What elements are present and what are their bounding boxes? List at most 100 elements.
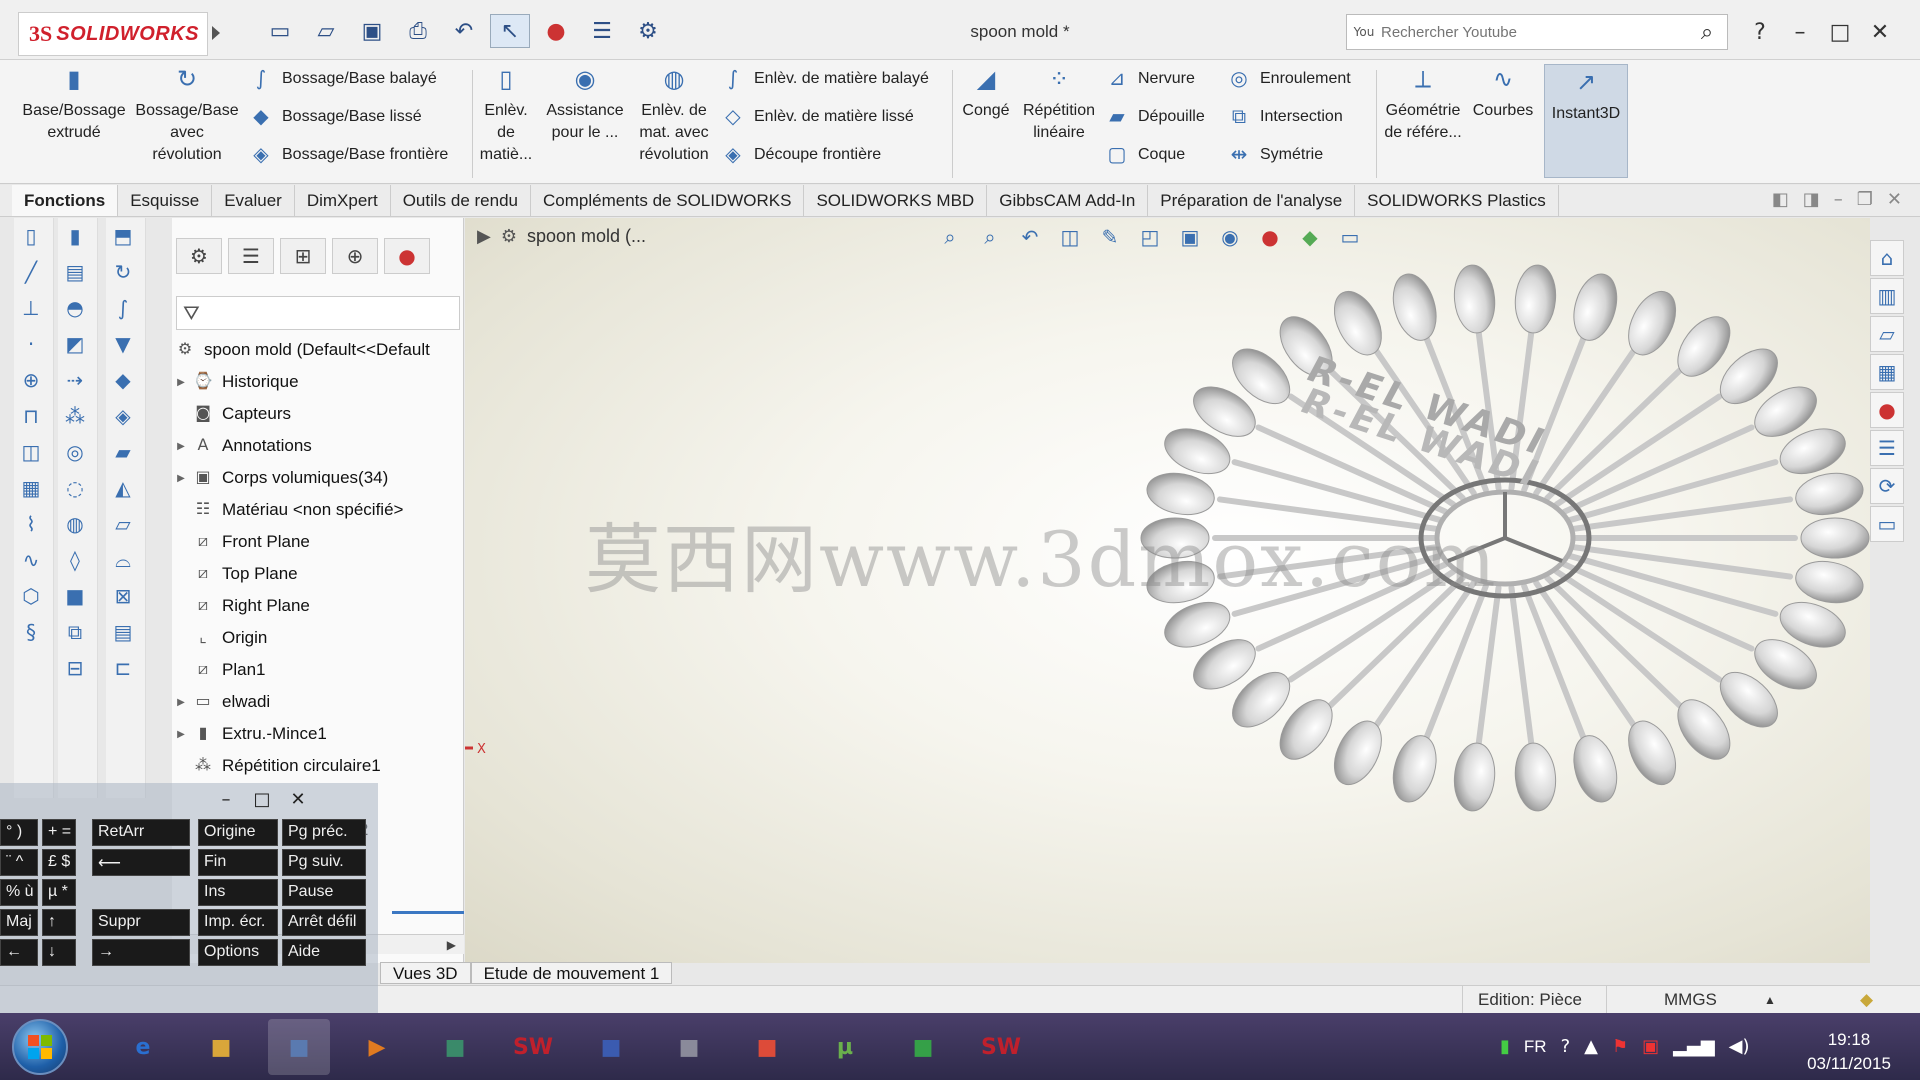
- linear-pattern-button[interactable]: ⁘ Répétition linéaire: [1016, 67, 1102, 144]
- split-icon[interactable]: ⊟: [58, 650, 92, 686]
- taskbar-app-chrome[interactable]: ■: [736, 1019, 798, 1075]
- tree-item-plan1[interactable]: ⧄ Plan1: [172, 654, 464, 686]
- section-view-icon[interactable]: ◫: [1055, 222, 1085, 252]
- tree-item-historique[interactable]: ▶ ⌚ Historique: [172, 366, 464, 398]
- taskbar-app-calculator[interactable]: ■: [658, 1019, 720, 1075]
- tab-plastics[interactable]: SOLIDWORKS Plastics: [1355, 185, 1559, 216]
- surface-extend-icon[interactable]: ⌓: [106, 542, 140, 578]
- tree-item-right-plane[interactable]: ⧄ Right Plane: [172, 590, 464, 622]
- osk-key[interactable]: + =: [42, 819, 76, 846]
- resources-icon[interactable]: ▥: [1870, 278, 1904, 314]
- unit-system-up-icon[interactable]: ▲: [1764, 993, 1776, 1007]
- tab-etude-de-mouvement[interactable]: Etude de mouvement 1: [470, 962, 673, 984]
- hexagon-icon[interactable]: ⬡: [14, 578, 48, 614]
- osk-key[interactable]: RetArr: [92, 819, 190, 846]
- extruded-boss-button[interactable]: ▮ Base/Bossage extrudé: [18, 67, 130, 144]
- clock[interactable]: 19:18 03/11/2015: [1794, 1028, 1904, 1076]
- zoom-to-fit-icon[interactable]: ⌕: [935, 222, 965, 252]
- network-status-icon[interactable]: ▮: [1500, 1036, 1510, 1057]
- taskbar-app-media-player[interactable]: ▶: [346, 1019, 408, 1075]
- tile-right-icon[interactable]: ◨: [1803, 189, 1820, 210]
- osk-key[interactable]: →: [92, 939, 190, 966]
- solid-box-icon[interactable]: ■: [58, 578, 92, 614]
- solidworks-logo[interactable]: 3S SOLIDWORKS: [18, 12, 208, 56]
- polyline-icon[interactable]: ⌇: [14, 506, 48, 542]
- osk-key[interactable]: ↑: [42, 909, 76, 936]
- home-icon[interactable]: ⌂: [1870, 240, 1904, 276]
- curves-button[interactable]: ∿ Courbes: [1468, 67, 1538, 122]
- tab-dimxpert[interactable]: DimXpert: [295, 185, 391, 216]
- open-folder-icon[interactable]: ▱: [306, 14, 346, 48]
- intersect-button[interactable]: ⧉ Intersection: [1226, 102, 1343, 132]
- combine-icon[interactable]: ⧉: [58, 614, 92, 650]
- rebuild-icon[interactable]: ●: [536, 14, 576, 48]
- apply-scene-icon[interactable]: ◆: [1295, 222, 1325, 252]
- helix-icon[interactable]: §: [14, 614, 48, 650]
- undo-icon[interactable]: ↶: [444, 14, 484, 48]
- surface-knit-icon[interactable]: ▤: [106, 614, 140, 650]
- start-button[interactable]: [12, 1019, 68, 1075]
- surface-offset-icon[interactable]: ◭: [106, 470, 140, 506]
- print-icon[interactable]: ⎙: [398, 14, 438, 48]
- filter-icon[interactable]: ⛛: [176, 296, 460, 330]
- osk-key[interactable]: ¨ ^: [0, 849, 38, 876]
- doc-restore-icon[interactable]: ❐: [1857, 189, 1873, 210]
- osk-key[interactable]: ⟵: [92, 849, 190, 876]
- osk-key[interactable]: Suppr: [92, 909, 190, 936]
- boss-icon[interactable]: ▮: [58, 218, 92, 254]
- sketch-icon[interactable]: ▯: [14, 218, 48, 254]
- taskbar-app-3d-app[interactable]: ■: [580, 1019, 642, 1075]
- tab-preparation-analyse[interactable]: Préparation de l'analyse: [1148, 185, 1356, 216]
- tile-left-icon[interactable]: ◧: [1772, 189, 1789, 210]
- taskbar-app-on-screen-keyboard[interactable]: ■: [268, 1019, 330, 1075]
- taskbar-app-solidworks-2016-b[interactable]: SW: [970, 1019, 1032, 1075]
- cut-icon[interactable]: ▤: [58, 254, 92, 290]
- solidworks-forum-icon[interactable]: ⟳: [1870, 468, 1904, 504]
- taskbar-app-wifi-app[interactable]: ■: [892, 1019, 954, 1075]
- osk-key[interactable]: ↓: [42, 939, 76, 966]
- tree-item-elwadi[interactable]: ▶ ▭ elwadi: [172, 686, 464, 718]
- hide-show-items-icon[interactable]: ◉: [1215, 222, 1245, 252]
- osk-key[interactable]: £ $: [42, 849, 76, 876]
- expand-arrow-icon[interactable]: ▶: [172, 473, 190, 484]
- osk-key[interactable]: Ins: [198, 879, 278, 906]
- breadcrumb-arrow-icon[interactable]: ▶: [477, 226, 491, 247]
- tree-item-materiau[interactable]: ☷ Matériau <non spécifié>: [172, 494, 464, 526]
- language-indicator[interactable]: FR: [1524, 1037, 1547, 1057]
- previous-view-icon[interactable]: ↶: [1015, 222, 1045, 252]
- tree-item-repetition-circulaire1[interactable]: ⁂ Répétition circulaire1: [172, 750, 464, 782]
- mirror-button[interactable]: ⇹ Symétrie: [1226, 140, 1324, 170]
- breadcrumb[interactable]: ▶ ⚙ spoon mold (...: [477, 226, 646, 247]
- configuration-manager-tab-icon[interactable]: ⊞: [280, 238, 326, 274]
- tab-fonctions[interactable]: Fonctions: [12, 185, 119, 216]
- dome-icon[interactable]: ◓: [58, 290, 92, 326]
- osk-key[interactable]: Origine: [198, 819, 278, 846]
- zoom-to-area-icon[interactable]: ⌕: [975, 222, 1005, 252]
- revolved-cut-button[interactable]: ◍ Enlèv. de mat. avec révolution: [628, 67, 720, 166]
- swept-cut-button[interactable]: ∫ Enlèv. de matière balayé: [720, 64, 929, 94]
- box-icon[interactable]: ▦: [14, 470, 48, 506]
- doc-close-icon[interactable]: ✕: [1887, 189, 1902, 210]
- surface-extrude-icon[interactable]: ⬒: [106, 218, 140, 254]
- tab-gibbscam[interactable]: GibbsCAM Add-In: [987, 185, 1149, 216]
- tab-vues-3d[interactable]: Vues 3D: [380, 962, 471, 984]
- tree-item-corps-volumiques[interactable]: ▶ ▣ Corps volumiques(34): [172, 462, 464, 494]
- surface-planar-icon[interactable]: ▰: [106, 434, 140, 470]
- surface-ruled-icon[interactable]: ▱: [106, 506, 140, 542]
- doc-minimize-icon[interactable]: –: [1834, 189, 1843, 210]
- osk-key[interactable]: ←: [0, 939, 38, 966]
- dynamic-annotation-icon[interactable]: ✎: [1095, 222, 1125, 252]
- extruded-cut-button[interactable]: ▯ Enlèv. de matiè...: [476, 67, 536, 166]
- tab-mbd[interactable]: SOLIDWORKS MBD: [804, 185, 988, 216]
- appearances-icon[interactable]: ●: [1870, 392, 1904, 428]
- reference-geometry-button[interactable]: ⟂ Géométrie de référe...: [1380, 67, 1466, 144]
- osk-key[interactable]: Options: [198, 939, 278, 966]
- minimize-button[interactable]: –: [1780, 14, 1820, 50]
- custom-properties-icon[interactable]: ☰: [1870, 430, 1904, 466]
- show-hidden-icons[interactable]: ▲: [1584, 1036, 1598, 1057]
- display-style-icon[interactable]: ▣: [1175, 222, 1205, 252]
- point-icon[interactable]: ·: [14, 326, 48, 362]
- osk-key[interactable]: Imp. écr.: [198, 909, 278, 936]
- instant3d-button[interactable]: ↗ Instant3D: [1544, 64, 1628, 178]
- display-manager-tab-icon[interactable]: ●: [384, 238, 430, 274]
